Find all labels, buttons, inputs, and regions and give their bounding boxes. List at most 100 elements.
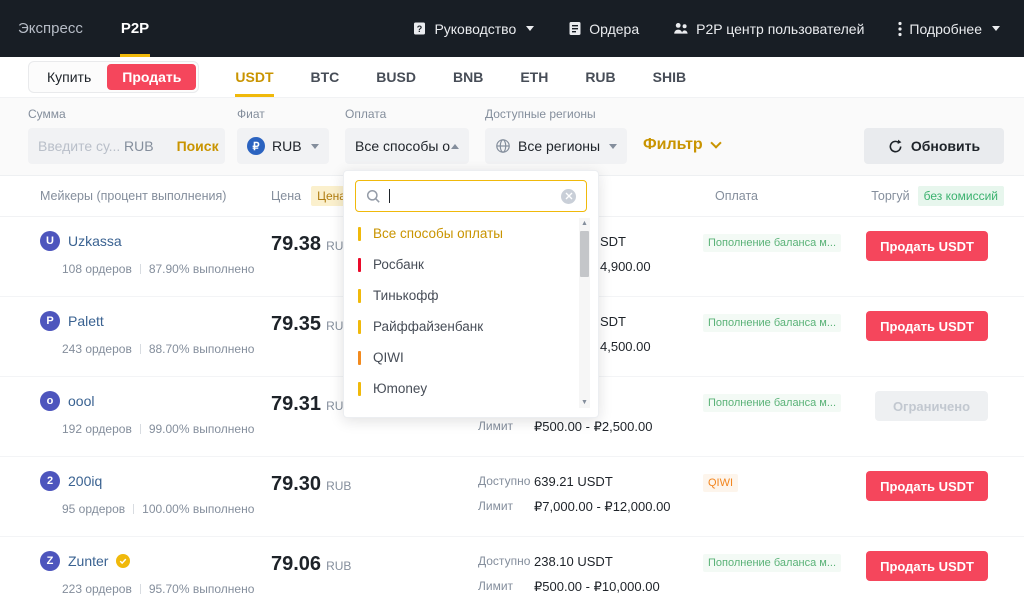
maker-name[interactable]: Palett (68, 313, 104, 329)
coin-tab-bnb[interactable]: BNB (453, 57, 483, 97)
regions-select[interactable]: Все регионы (485, 128, 627, 164)
table-row: Z Zunter 223 ордеров95.70% выполнено79.06R… (0, 537, 1024, 598)
sell-usdt-button[interactable]: Продать USDT (866, 471, 988, 501)
sub-navbar: Купить Продать USDT BTC BUSD BNB ETH RUB SHIB (0, 57, 1024, 98)
payment-option[interactable]: Райффайзенбанк (344, 311, 598, 342)
maker-stats: 243 ордеров88.70% выполнено (62, 342, 271, 356)
refresh-button[interactable]: Обновить (864, 128, 1004, 164)
payment-cell: Пополнение баланса м... (703, 311, 860, 376)
sell-usdt-button[interactable]: Продать USDT (866, 551, 988, 581)
sell-tab[interactable]: Продать (107, 64, 196, 90)
divider (133, 504, 134, 514)
amount-search-button[interactable]: Поиск (177, 138, 219, 154)
maker-stats: 223 ордеров95.70% выполнено (62, 582, 271, 596)
buy-tab[interactable]: Купить (31, 64, 107, 90)
maker-name[interactable]: oool (68, 393, 94, 409)
price: 79.38 (271, 233, 321, 256)
coin-tab-busd[interactable]: BUSD (376, 57, 416, 97)
payment-option-label: Росбанк (373, 257, 424, 272)
sell-usdt-button[interactable]: Продать USDT (866, 311, 988, 341)
payment-select[interactable]: Все способы опла... (345, 128, 469, 164)
filter-bar: Сумма RUB Поиск Фиат ₽ RUB Оплата Все сп… (0, 98, 1024, 176)
clear-icon[interactable] (561, 189, 576, 204)
scroll-down-icon[interactable]: ▼ (581, 397, 588, 408)
col-makers: Мейкеры (процент выполнения) (40, 189, 271, 203)
avatar: Z (40, 551, 60, 571)
maker-cell: Z Zunter 223 ордеров95.70% выполнено (40, 551, 271, 598)
payment-cell: Пополнение баланса м... (703, 551, 860, 598)
limit-value: ₽500.00 - ₽10,000.00 (534, 579, 660, 595)
scroll-up-icon[interactable]: ▲ (581, 218, 588, 229)
coin-tab-shib[interactable]: SHIB (653, 57, 686, 97)
payment-method-chip: Пополнение баланса м... (703, 394, 841, 412)
search-icon (366, 189, 381, 204)
zero-fee-badge: без комиссий (918, 186, 1004, 206)
maker-name[interactable]: Uzkassa (68, 233, 122, 249)
payment-label: Оплата (345, 107, 469, 121)
orders-count: 223 ордеров (62, 582, 132, 596)
refresh-icon (888, 139, 903, 154)
topnav-tab-экспресс[interactable]: Экспресс (18, 0, 83, 57)
dropdown-search-input[interactable] (398, 189, 553, 204)
more-icon (898, 21, 902, 37)
topnav-link[interactable]: Ордера (568, 21, 639, 37)
coin-tab-btc[interactable]: BTC (311, 57, 340, 97)
payment-option-label: Все способы оплаты (373, 226, 503, 241)
rub-coin-icon: ₽ (247, 137, 265, 155)
action-cell: Продать USDT (860, 231, 1004, 296)
fiat-select[interactable]: ₽ RUB (237, 128, 329, 164)
maker-name[interactable]: 200iq (68, 473, 102, 489)
coin-tab-usdt[interactable]: USDT (235, 57, 273, 97)
available-label: Доступно (478, 554, 534, 570)
limited-button: Ограничено (875, 391, 988, 421)
maker-cell: ooool192 ордеров99.00% выполнено (40, 391, 271, 456)
payment-method-chip: Пополнение баланса м... (703, 554, 841, 572)
amount-input[interactable] (38, 138, 122, 154)
action-cell: Продать USDT (860, 311, 1004, 376)
maker-stats: 95 ордеров100.00% выполнено (62, 502, 271, 516)
divider (140, 424, 141, 434)
topnav-link[interactable]: P2P центр пользователей (673, 21, 864, 37)
divider (140, 584, 141, 594)
price: 79.35 (271, 313, 321, 336)
topnav-tab-p2p[interactable]: P2P (121, 0, 149, 57)
payment-cell: Пополнение баланса м... (703, 391, 860, 456)
available-value: 639.21 USDT (534, 474, 613, 490)
text-cursor (389, 189, 390, 203)
fiat-value: RUB (272, 138, 302, 154)
limit-label: Лимит (478, 419, 534, 435)
scrollbar: ▲ ▼ (579, 218, 590, 408)
completion-rate: 87.90% выполнено (149, 262, 255, 276)
sell-usdt-button[interactable]: Продать USDT (866, 231, 988, 261)
avatar: o (40, 391, 60, 411)
filter-expand-button[interactable]: Фильтр (643, 136, 720, 154)
users-icon (673, 21, 689, 36)
payment-option[interactable]: QIWI (344, 342, 598, 373)
topnav-link[interactable]: Подробнее (898, 21, 1000, 37)
filter-label: Фильтр (643, 136, 703, 154)
price: 79.31 (271, 393, 321, 416)
scrollbar-thumb[interactable] (580, 231, 589, 277)
payment-option[interactable]: Юmoney (344, 373, 598, 404)
divider (140, 344, 141, 354)
payment-option[interactable]: Тинькофф (344, 280, 598, 311)
maker-name[interactable]: Zunter (68, 553, 108, 569)
coin-tab-eth[interactable]: ETH (520, 57, 548, 97)
payment-methods-dropdown: Все способы оплаты Росбанк Тинькофф Райффай… (343, 170, 599, 418)
avatar: P (40, 311, 60, 331)
payment-color-bar (358, 258, 361, 272)
topnav-link-label: Руководство (434, 21, 516, 37)
payment-method-chip: Пополнение баланса м... (703, 314, 841, 332)
coin-tab-rub[interactable]: RUB (585, 57, 615, 97)
orders-count: 95 ордеров (62, 502, 125, 516)
topnav-link-label: Ордера (589, 21, 639, 37)
price-currency: RUB (326, 479, 351, 493)
svg-text:?: ? (417, 24, 423, 34)
price-cell: 79.06RUB (271, 551, 478, 598)
available-limit-cell: Доступно639.21 USDTЛимит₽7,000.00 - ₽12,… (478, 471, 703, 536)
payment-option[interactable]: Все способы оплаты (344, 218, 598, 249)
payment-option-label: Тинькофф (373, 288, 438, 303)
fiat-label: Фиат (237, 107, 329, 121)
payment-option[interactable]: Росбанк (344, 249, 598, 280)
topnav-link[interactable]: ? Руководство (412, 21, 534, 37)
